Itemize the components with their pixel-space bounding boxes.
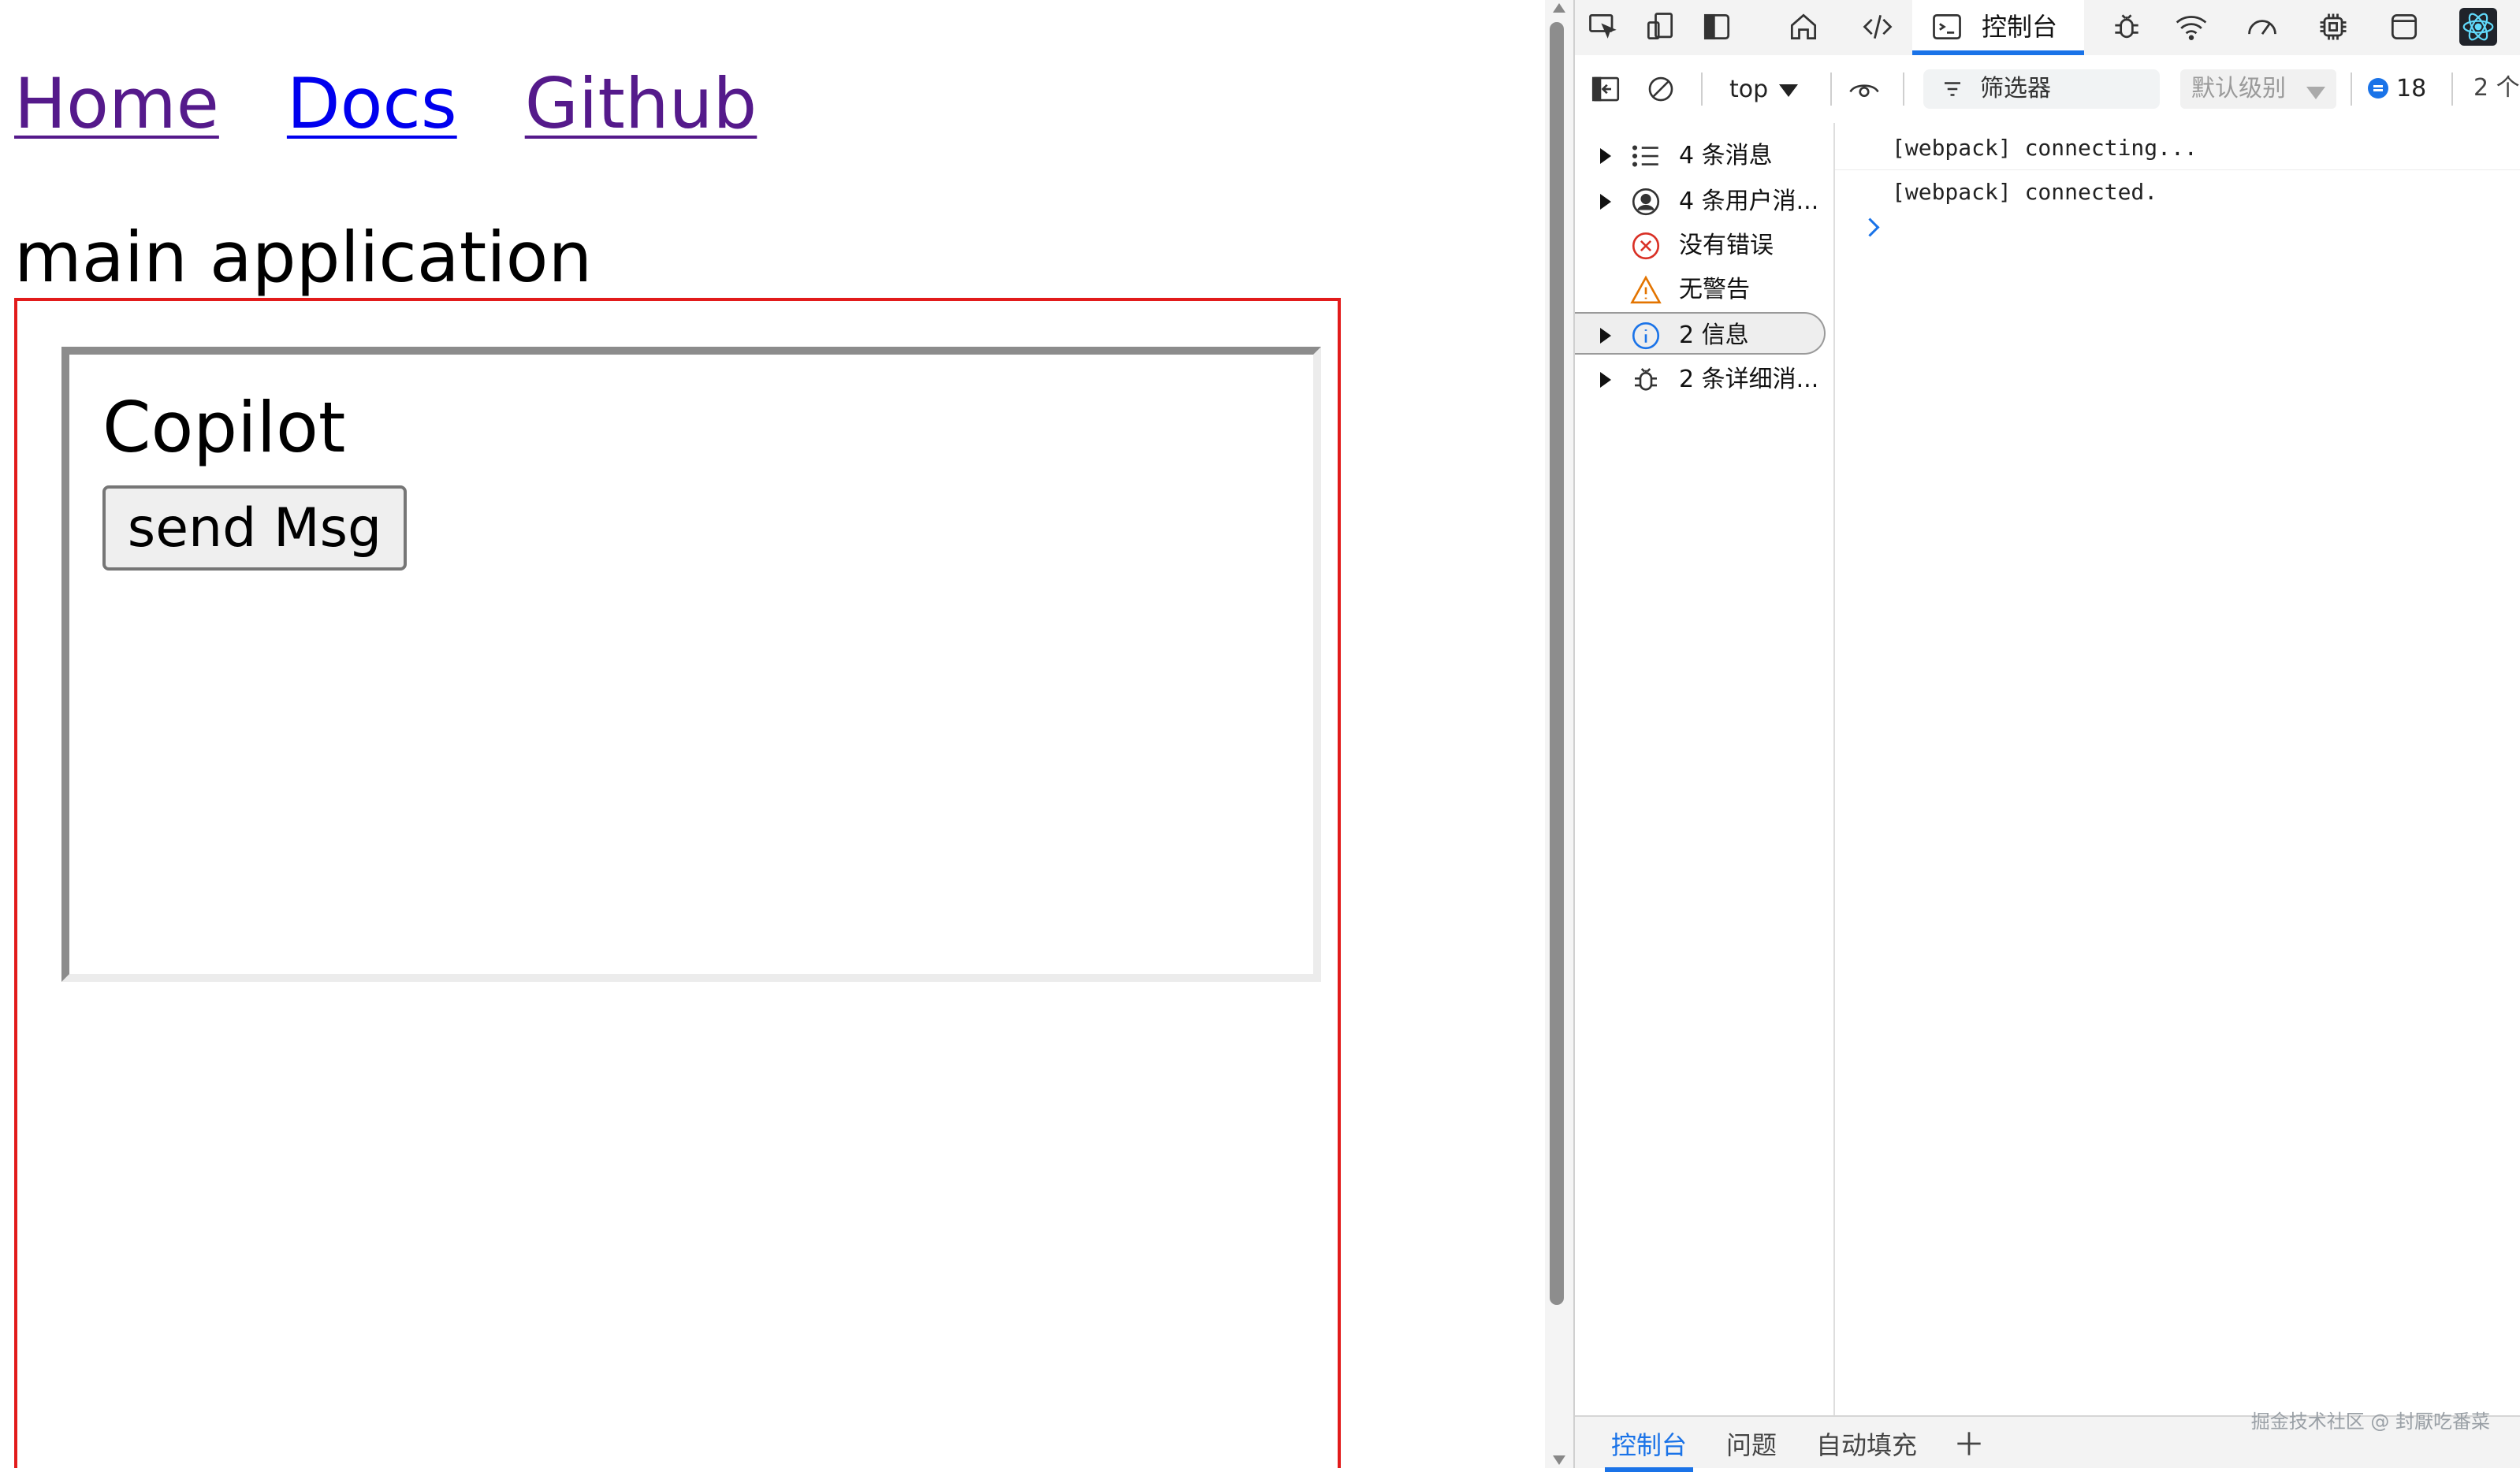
console-sidebar: 4 条消息 4 条用户消... 没有错误 无警告 2 信息 2 条详细消... bbox=[1575, 123, 1835, 1415]
main-application-title: main application bbox=[14, 217, 593, 298]
elements-code-icon[interactable] bbox=[1859, 8, 1897, 46]
bug-icon bbox=[1629, 362, 1663, 397]
caret-down-icon bbox=[2306, 87, 2325, 99]
sidebar-item-label: 2 信息 bbox=[1679, 322, 1749, 349]
send-msg-button[interactable]: send Msg bbox=[102, 485, 407, 571]
scroll-up-arrow-icon[interactable] bbox=[1553, 3, 1565, 13]
sidebar-item-info[interactable]: 2 信息 bbox=[1575, 312, 1826, 355]
issues-count[interactable]: 2 个 bbox=[2473, 71, 2520, 106]
sidebar-item-label: 没有错误 bbox=[1679, 232, 1774, 259]
console-filter-bar: top 筛选器 默认级别 18 2 个 bbox=[1575, 55, 2520, 124]
filter-placeholder: 筛选器 bbox=[1980, 75, 2051, 102]
console-log-text: [webpack] connected. bbox=[1892, 179, 2158, 205]
sidebar-item-label: 2 条详细消... bbox=[1679, 366, 1819, 393]
message-count-badge[interactable]: 18 bbox=[2368, 71, 2426, 106]
react-devtools-icon[interactable] bbox=[2459, 8, 2497, 46]
console-prompt-chevron-icon[interactable] bbox=[1860, 217, 1880, 237]
console-log-text: [webpack] connecting... bbox=[1892, 135, 2198, 161]
info-icon bbox=[1629, 318, 1663, 353]
network-wifi-icon[interactable] bbox=[2172, 8, 2210, 46]
filterbar-divider bbox=[1903, 72, 1904, 106]
filterbar-divider bbox=[2351, 72, 2352, 106]
expand-triangle-icon[interactable] bbox=[1600, 194, 1611, 210]
user-icon bbox=[1629, 184, 1663, 219]
watermark: 掘金技术社区 @ 封厭吃番菜 bbox=[2250, 1411, 2490, 1433]
log-level-selector[interactable]: 默认级别 bbox=[2180, 69, 2336, 109]
warning-icon bbox=[1629, 273, 1663, 307]
clear-console-icon[interactable] bbox=[1643, 71, 1679, 107]
drawer-tab-issues[interactable]: 问题 bbox=[1726, 1428, 1777, 1463]
filterbar-divider bbox=[1701, 72, 1703, 106]
sidebar-item-label: 无警告 bbox=[1679, 276, 1750, 303]
add-tab-plus-icon[interactable] bbox=[1952, 1426, 1986, 1461]
message-bubble-icon bbox=[2368, 78, 2388, 99]
expand-triangle-icon[interactable] bbox=[1600, 372, 1611, 388]
filterbar-divider bbox=[2451, 72, 2453, 106]
nav-link-home[interactable]: Home bbox=[14, 65, 219, 143]
sidebar-item-warnings[interactable]: 无警告 bbox=[1575, 268, 1826, 310]
scrollbar-thumb[interactable] bbox=[1550, 22, 1564, 1305]
memory-chip-icon[interactable] bbox=[2314, 8, 2352, 46]
copilot-iframe: Copilot send Msg bbox=[61, 347, 1321, 982]
error-icon bbox=[1629, 229, 1663, 263]
tab-console[interactable]: 控制台 bbox=[1912, 0, 2084, 55]
filter-icon bbox=[1945, 82, 1960, 96]
expand-triangle-icon[interactable] bbox=[1600, 328, 1611, 344]
nav-link-docs[interactable]: Docs bbox=[287, 65, 457, 143]
live-expression-eye-icon[interactable] bbox=[1846, 71, 1882, 107]
main-application-container: Copilot send Msg bbox=[14, 298, 1341, 1468]
message-count: 18 bbox=[2396, 74, 2427, 102]
console-output: [webpack] connecting... [webpack] connec… bbox=[1835, 123, 2520, 1415]
sidebar-item-messages[interactable]: 4 条消息 bbox=[1575, 134, 1826, 177]
tab-console-label: 控制台 bbox=[1982, 12, 2058, 42]
filterbar-divider bbox=[1830, 72, 1832, 106]
toggle-sidebar-icon[interactable] bbox=[1588, 71, 1624, 107]
dock-side-icon[interactable] bbox=[1698, 8, 1736, 46]
console-icon bbox=[1928, 8, 1966, 46]
drawer-tab-autofill[interactable]: 自动填充 bbox=[1816, 1428, 1917, 1463]
sidebar-item-user-messages[interactable]: 4 条用户消... bbox=[1575, 180, 1826, 222]
performance-gauge-icon[interactable] bbox=[2243, 8, 2281, 46]
nav-link-github[interactable]: Github bbox=[525, 65, 757, 143]
copilot-title: Copilot bbox=[102, 387, 346, 468]
page-scrollbar[interactable] bbox=[1545, 0, 1573, 1468]
application-window-icon[interactable] bbox=[2385, 8, 2423, 46]
sidebar-item-label: 4 条用户消... bbox=[1679, 188, 1819, 215]
welcome-home-icon[interactable] bbox=[1785, 8, 1822, 46]
log-level-value: 默认级别 bbox=[2191, 75, 2286, 102]
sidebar-item-label: 4 条消息 bbox=[1679, 142, 1773, 169]
sidebar-item-errors[interactable]: 没有错误 bbox=[1575, 224, 1826, 266]
context-selector[interactable]: top bbox=[1729, 74, 1799, 106]
devtools-panel: 控制台 top 筛选器 默认级别 18 2 个 4 条消息 4 条用户消... … bbox=[1573, 0, 2520, 1472]
console-filter-input[interactable]: 筛选器 bbox=[1923, 69, 2160, 109]
device-emulation-icon[interactable] bbox=[1641, 8, 1679, 46]
sources-bug-icon[interactable] bbox=[2108, 8, 2146, 46]
expand-triangle-icon[interactable] bbox=[1600, 148, 1611, 164]
drawer-tab-console[interactable]: 控制台 bbox=[1604, 1428, 1694, 1472]
scroll-down-arrow-icon[interactable] bbox=[1553, 1455, 1565, 1465]
inspect-element-icon[interactable] bbox=[1584, 8, 1622, 46]
console-log-row[interactable]: [webpack] connecting... bbox=[1835, 126, 2520, 170]
console-log-row[interactable]: [webpack] connected. bbox=[1835, 170, 2520, 214]
list-icon bbox=[1629, 139, 1663, 173]
nav-bar: Home Docs Github bbox=[14, 65, 757, 143]
devtools-toolbar: 控制台 bbox=[1575, 0, 2520, 56]
sidebar-item-verbose[interactable]: 2 条详细消... bbox=[1575, 358, 1826, 400]
context-value: top bbox=[1729, 76, 1769, 103]
caret-down-icon bbox=[1779, 84, 1799, 97]
page-viewport: Home Docs Github main application Copilo… bbox=[0, 0, 1545, 1468]
